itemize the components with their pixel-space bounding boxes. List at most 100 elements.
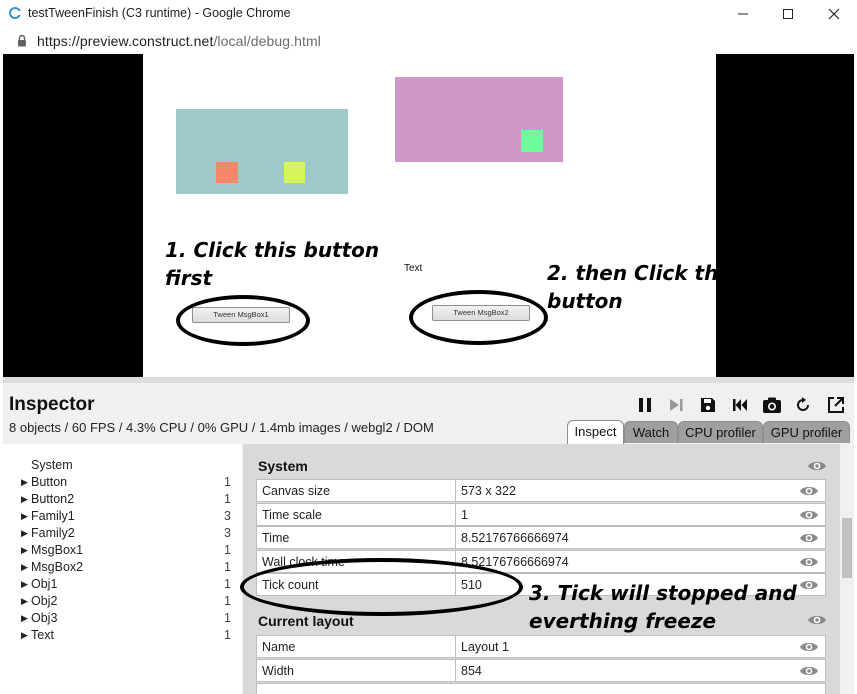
- tab-inspect[interactable]: Inspect: [567, 420, 624, 444]
- game-canvas[interactable]: Text Tween MsgBox1 Tween MsgBox2 1. Clic…: [143, 54, 716, 377]
- close-icon: [828, 8, 840, 20]
- eye-icon[interactable]: [807, 459, 827, 473]
- property-key: Width: [262, 663, 294, 678]
- tree-item-text[interactable]: ▶ Text 1: [3, 627, 239, 644]
- eye-icon[interactable]: [799, 484, 819, 498]
- tree-item-system[interactable]: System: [3, 457, 239, 474]
- tree-item-label: Text: [31, 628, 54, 642]
- expand-arrow-icon[interactable]: ▶: [21, 593, 28, 610]
- close-button[interactable]: [811, 0, 857, 28]
- window-title: testTweenFinish (C3 runtime) - Google Ch…: [28, 6, 291, 20]
- expand-arrow-icon[interactable]: ▶: [21, 474, 28, 491]
- eye-icon[interactable]: [799, 555, 819, 569]
- expand-arrow-icon[interactable]: ▶: [21, 491, 28, 508]
- eye-icon[interactable]: [799, 578, 819, 592]
- property-row-partial: [256, 683, 826, 694]
- tree-item-button[interactable]: ▶ Button 1: [3, 474, 239, 491]
- property-value[interactable]: 8.52176766666974: [461, 527, 569, 549]
- eye-icon[interactable]: [799, 508, 819, 522]
- tree-item-count: 3: [224, 509, 231, 523]
- annotation-ellipse-3: [240, 558, 523, 616]
- tree-item-msgbox1[interactable]: ▶ MsgBox1 1: [3, 542, 239, 559]
- property-row[interactable]: Canvas size 573 x 322: [256, 479, 826, 502]
- tree-item-label: System: [31, 458, 73, 472]
- tree-item-count: 1: [224, 492, 231, 506]
- maximize-icon: [783, 9, 793, 19]
- tree-item-family1[interactable]: ▶ Family1 3: [3, 508, 239, 525]
- minimize-button[interactable]: [720, 0, 766, 28]
- tree-item-family2[interactable]: ▶ Family2 3: [3, 525, 239, 542]
- expand-arrow-icon[interactable]: ▶: [21, 576, 28, 593]
- eye-icon[interactable]: [799, 664, 819, 678]
- obj1-square: [216, 162, 238, 183]
- tree-item-label: Obj3: [31, 611, 58, 625]
- property-key: Canvas size: [262, 484, 331, 498]
- screenshot-button[interactable]: [761, 394, 783, 416]
- tree-item-label: Family2: [31, 526, 75, 540]
- property-row[interactable]: Time 8.52176766666974: [256, 526, 826, 550]
- inspector-stats: 8 objects / 60 FPS / 4.3% CPU / 0% GPU /…: [9, 420, 434, 435]
- tree-item-obj3[interactable]: ▶ Obj3 1: [3, 610, 239, 627]
- tree-item-label: MsgBox2: [31, 560, 84, 574]
- section-title-current-layout: Current layout: [258, 613, 354, 629]
- construct-logo-icon: [9, 7, 21, 19]
- lock-icon: [18, 34, 26, 47]
- reload-icon: [797, 397, 809, 411]
- property-row[interactable]: Name Layout 1: [256, 635, 826, 658]
- tree-item-msgbox2[interactable]: ▶ MsgBox2 1: [3, 559, 239, 576]
- tree-item-count: 1: [224, 475, 231, 489]
- tab-gpu-profiler[interactable]: GPU profiler: [763, 421, 850, 443]
- property-value[interactable]: 854: [461, 660, 482, 682]
- restart-icon: [733, 399, 747, 411]
- expand-arrow-icon[interactable]: ▶: [21, 542, 28, 559]
- reload-button[interactable]: [792, 394, 814, 416]
- url-text[interactable]: https://preview.construct.net/local/debu…: [37, 33, 321, 49]
- annotation-ellipse-2: [409, 290, 548, 345]
- annotation-note-1a: 1. Click this button: [165, 238, 380, 262]
- step-button[interactable]: [665, 394, 687, 416]
- save-button[interactable]: [697, 394, 719, 416]
- annotation-note-2a: 2. then Click this: [547, 261, 716, 285]
- tree-item-obj1[interactable]: ▶ Obj1 1: [3, 576, 239, 593]
- tree-item-obj2[interactable]: ▶ Obj2 1: [3, 593, 239, 610]
- step-icon: [670, 399, 683, 411]
- eye-icon[interactable]: [799, 531, 819, 545]
- popout-icon: [828, 397, 844, 413]
- annotation-ellipse-1: [176, 295, 310, 346]
- eye-icon[interactable]: [799, 640, 819, 654]
- property-value[interactable]: Layout 1: [461, 636, 509, 658]
- pause-button[interactable]: [634, 394, 656, 416]
- url-host: https://preview.construct.net: [37, 33, 214, 49]
- tree-item-label: Family1: [31, 509, 75, 523]
- tree-item-count: 1: [224, 577, 231, 591]
- section-title-system: System: [258, 458, 308, 474]
- expand-arrow-icon[interactable]: ▶: [21, 525, 28, 542]
- inspector-title: Inspector: [9, 394, 95, 415]
- annotation-note-3a: 3. Tick will stopped and: [529, 581, 797, 605]
- tab-watch[interactable]: Watch: [624, 421, 678, 443]
- minimize-icon: [738, 13, 748, 15]
- expand-arrow-icon[interactable]: ▶: [21, 627, 28, 644]
- tree-item-count: 1: [224, 594, 231, 608]
- obj3-square: [521, 130, 543, 152]
- tree-item-button2[interactable]: ▶ Button2 1: [3, 491, 239, 508]
- expand-arrow-icon[interactable]: ▶: [21, 610, 28, 627]
- tree-item-count: 1: [224, 611, 231, 625]
- maximize-button[interactable]: [765, 0, 811, 28]
- popout-button[interactable]: [825, 394, 847, 416]
- save-icon: [701, 398, 715, 412]
- property-row[interactable]: Time scale 1: [256, 502, 826, 526]
- msgbox1: [176, 109, 348, 194]
- property-value[interactable]: 573 x 322: [461, 480, 516, 502]
- eye-icon[interactable]: [807, 613, 827, 627]
- scrollbar-thumb[interactable]: [842, 518, 852, 578]
- tree-item-count: 1: [224, 543, 231, 557]
- tab-cpu-profiler[interactable]: CPU profiler: [678, 421, 763, 443]
- expand-arrow-icon[interactable]: ▶: [21, 559, 28, 576]
- expand-arrow-icon[interactable]: ▶: [21, 508, 28, 525]
- property-key: Name: [262, 640, 296, 654]
- restart-button[interactable]: [729, 394, 751, 416]
- object-tree-list: System ▶ Button 1 ▶ Button2 1 ▶ Family1 3 ▶ Family2…: [3, 457, 242, 647]
- property-row[interactable]: Width 854: [256, 658, 826, 682]
- property-value[interactable]: 1: [461, 504, 468, 526]
